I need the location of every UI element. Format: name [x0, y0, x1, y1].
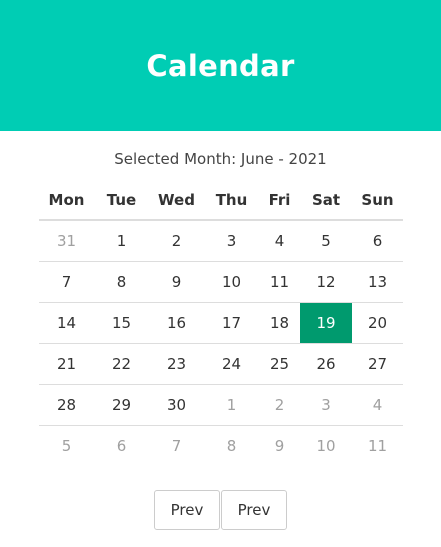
calendar-day[interactable]: 1: [204, 384, 259, 426]
calendar-day[interactable]: 11: [259, 261, 300, 303]
calendar-day[interactable]: 4: [352, 384, 403, 426]
calendar-day[interactable]: 11: [352, 426, 403, 467]
calendar-day[interactable]: 2: [149, 220, 204, 262]
pagination-buttons: Prev Prev: [154, 490, 288, 530]
calendar-week-row: 14 15 16 17 18 19 20: [39, 302, 403, 344]
prev-button-2[interactable]: Prev: [221, 490, 287, 530]
calendar-day[interactable]: 31: [39, 220, 94, 262]
calendar-day[interactable]: 9: [149, 261, 204, 303]
weekday-mon: Mon: [39, 181, 94, 221]
weekday-thu: Thu: [204, 181, 259, 221]
weekday-wed: Wed: [149, 181, 204, 221]
calendar-day[interactable]: 25: [259, 343, 300, 385]
calendar-day[interactable]: 6: [94, 426, 149, 467]
calendar-week-row: 7 8 9 10 11 12 13: [39, 261, 403, 303]
calendar-day[interactable]: 16: [149, 302, 204, 344]
calendar-day[interactable]: 23: [149, 343, 204, 385]
weekday-sat: Sat: [300, 181, 352, 221]
selected-month-label: Selected Month: June - 2021: [114, 150, 327, 168]
calendar-day[interactable]: 8: [94, 261, 149, 303]
calendar-day[interactable]: 7: [39, 261, 94, 303]
calendar-day[interactable]: 28: [39, 384, 94, 426]
calendar-day[interactable]: 29: [94, 384, 149, 426]
calendar-day-selected[interactable]: 19: [300, 302, 352, 344]
calendar-day[interactable]: 14: [39, 302, 94, 344]
calendar-week-row: 21 22 23 24 25 26 27: [39, 343, 403, 385]
calendar-week-row: 31 1 2 3 4 5 6: [39, 220, 403, 262]
calendar-day[interactable]: 3: [300, 384, 352, 426]
calendar-day[interactable]: 1: [94, 220, 149, 262]
calendar-day[interactable]: 2: [259, 384, 300, 426]
calendar-day[interactable]: 5: [39, 426, 94, 467]
weekday-tue: Tue: [94, 181, 149, 221]
calendar-day[interactable]: 3: [204, 220, 259, 262]
calendar-day[interactable]: 10: [204, 261, 259, 303]
calendar-day[interactable]: 17: [204, 302, 259, 344]
calendar-day[interactable]: 26: [300, 343, 352, 385]
calendar-day[interactable]: 15: [94, 302, 149, 344]
page-title: Calendar: [146, 48, 295, 83]
calendar-day[interactable]: 21: [39, 343, 94, 385]
calendar-day[interactable]: 8: [204, 426, 259, 467]
weekday-sun: Sun: [352, 181, 403, 221]
calendar-body: 31 1 2 3 4 5 6 7 8 9 10 11 12 13 14 15 16 17 18 19 20 21 22 23 2…: [39, 220, 403, 466]
weekday-fri: Fri: [259, 181, 300, 221]
calendar-day[interactable]: 4: [259, 220, 300, 262]
calendar-week-row: 5 6 7 8 9 10 11: [39, 426, 403, 467]
calendar-day[interactable]: 12: [300, 261, 352, 303]
calendar-grid: Mon Tue Wed Thu Fri Sat Sun 31 1 2 3 4 5 6 7 8 9 1…: [39, 181, 403, 466]
calendar-week-row: 28 29 30 1 2 3 4: [39, 384, 403, 426]
weekday-header-row: Mon Tue Wed Thu Fri Sat Sun: [39, 181, 403, 221]
calendar-day[interactable]: 30: [149, 384, 204, 426]
prev-button[interactable]: Prev: [154, 490, 220, 530]
calendar-day[interactable]: 24: [204, 343, 259, 385]
header-banner: Calendar: [0, 0, 441, 131]
calendar-day[interactable]: 7: [149, 426, 204, 467]
calendar-day[interactable]: 22: [94, 343, 149, 385]
calendar-day[interactable]: 27: [352, 343, 403, 385]
calendar-day[interactable]: 18: [259, 302, 300, 344]
calendar-day[interactable]: 13: [352, 261, 403, 303]
calendar-day[interactable]: 5: [300, 220, 352, 262]
calendar-day[interactable]: 10: [300, 426, 352, 467]
calendar-day[interactable]: 6: [352, 220, 403, 262]
calendar-day[interactable]: 9: [259, 426, 300, 467]
calendar-day[interactable]: 20: [352, 302, 403, 344]
